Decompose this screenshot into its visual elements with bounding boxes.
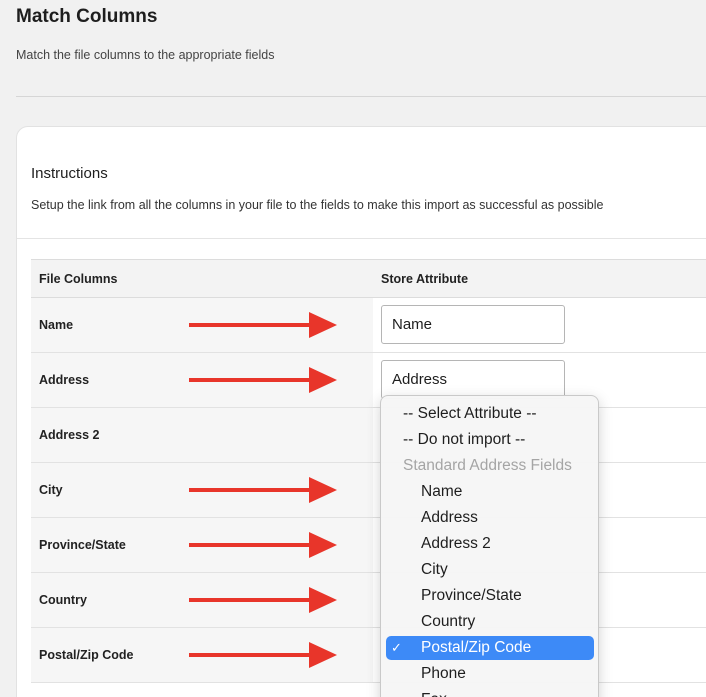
- page-subtitle: Match the file columns to the appropriat…: [16, 48, 275, 62]
- file-columns-header: File Columns: [39, 272, 118, 286]
- dropdown-option-label: Standard Address Fields: [403, 457, 572, 474]
- red-arrow-icon: [189, 367, 337, 393]
- red-arrow-icon: [189, 477, 337, 503]
- file-column-label: Name: [39, 318, 74, 332]
- instructions-title: Instructions: [31, 165, 108, 182]
- store-attribute-header: Store Attribute: [381, 272, 469, 286]
- table-header: File Columns Store Attribute: [31, 260, 706, 298]
- table-row: City: [31, 463, 706, 518]
- dropdown-option-label: Address: [421, 509, 478, 526]
- table-row: Postal/Zip Code: [31, 628, 706, 683]
- dropdown-option-label: Province/State: [421, 587, 522, 604]
- instructions-card: Instructions Setup the link from all the…: [16, 126, 706, 697]
- dropdown-option-label: Address 2: [421, 535, 491, 552]
- dropdown-option[interactable]: Address: [386, 506, 594, 530]
- card-divider: [17, 238, 706, 239]
- dropdown-option-label: City: [421, 561, 448, 578]
- dropdown-option[interactable]: -- Select Attribute --: [386, 402, 594, 426]
- dropdown-option[interactable]: City: [386, 558, 594, 582]
- dropdown-option[interactable]: Province/State: [386, 584, 594, 608]
- dropdown-option-label: Postal/Zip Code: [421, 639, 532, 656]
- table-row: Address Address: [31, 353, 706, 408]
- dropdown-option-label: Country: [421, 613, 476, 630]
- dropdown-option-label: -- Do not import --: [403, 431, 526, 448]
- mapping-table: File Columns Store Attribute Name Name Add…: [31, 259, 706, 683]
- checkmark-icon: ✓: [391, 640, 402, 655]
- dropdown-option[interactable]: -- Do not import --: [386, 428, 594, 452]
- dropdown-option-label: Phone: [421, 665, 466, 682]
- red-arrow-icon: [189, 587, 337, 613]
- table-row: Address 2: [31, 408, 706, 463]
- dropdown-option-label: Name: [421, 483, 463, 500]
- red-arrow-icon: [189, 642, 337, 668]
- store-attribute-select[interactable]: Address: [381, 360, 565, 399]
- dropdown-group-label: Standard Address Fields: [386, 454, 594, 478]
- table-row: Country: [31, 573, 706, 628]
- table-row: Province/State: [31, 518, 706, 573]
- dropdown-option[interactable]: ✓ Postal/Zip Code: [386, 636, 594, 660]
- dropdown-option[interactable]: Phone: [386, 662, 594, 686]
- instructions-description: Setup the link from all the columns in y…: [31, 198, 604, 212]
- file-column-label: Address: [39, 373, 90, 387]
- file-column-label: Province/State: [39, 538, 126, 552]
- red-arrow-icon: [189, 312, 337, 338]
- dropdown-option-label: Fax: [421, 688, 447, 697]
- dropdown-option-label: -- Select Attribute --: [403, 405, 537, 422]
- store-attribute-select[interactable]: Name: [381, 305, 565, 344]
- dropdown-option[interactable]: Name: [386, 480, 594, 504]
- header-divider: [16, 96, 706, 97]
- file-column-label: Address 2: [39, 428, 100, 442]
- page-title: Match Columns: [16, 6, 158, 27]
- dropdown-option[interactable]: Address 2: [386, 532, 594, 556]
- file-column-label: Postal/Zip Code: [39, 648, 134, 662]
- red-arrow-icon: [189, 532, 337, 558]
- attribute-dropdown-menu[interactable]: -- Select Attribute -- -- Do not import -…: [380, 395, 599, 697]
- file-column-label: Country: [39, 593, 87, 607]
- table-row: Name Name: [31, 298, 706, 353]
- dropdown-option[interactable]: Country: [386, 610, 594, 634]
- dropdown-option[interactable]: Fax: [386, 688, 594, 697]
- file-column-label: City: [39, 483, 63, 497]
